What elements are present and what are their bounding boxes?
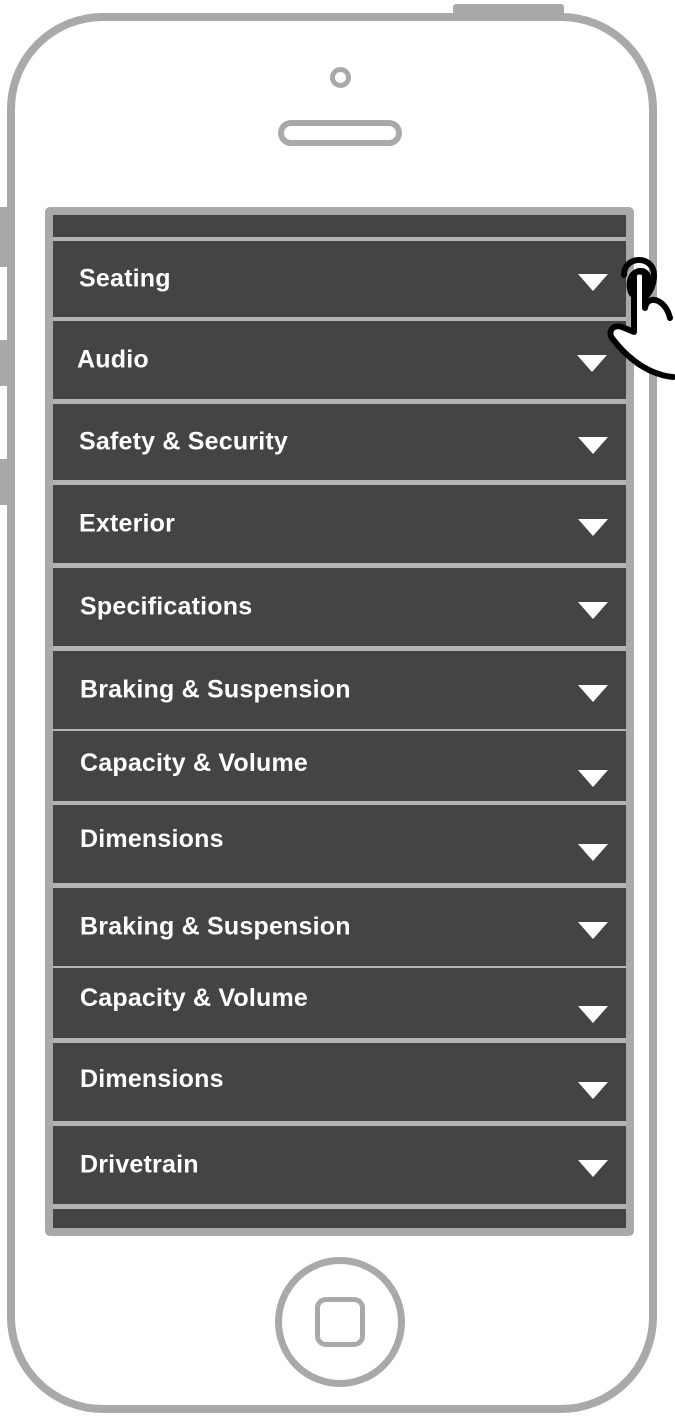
home-button[interactable] [275,1257,405,1387]
accordion-item-safety-security[interactable]: Safety & Security [53,404,626,480]
accordion-item-specifications[interactable]: Specifications [53,568,626,646]
accordion-item-label: Specifications [80,592,253,621]
chevron-down-icon [578,685,608,702]
chevron-down-icon [578,922,608,939]
accordion-item-audio[interactable]: Audio [53,321,626,399]
chevron-down-icon [578,844,608,861]
home-square-icon [315,1297,365,1347]
accordion-item-label: Seating [79,264,171,293]
chevron-down-icon [578,1160,608,1177]
accordion-item-label: Audio [77,345,149,374]
chevron-down-icon [578,602,608,619]
accordion-item-exterior[interactable]: Exterior [53,485,626,563]
chevron-down-icon [578,1006,608,1023]
hand-pointer-icon [607,257,675,380]
accordion-item-label: Braking & Suspension [80,912,351,941]
chevron-down-icon [578,1082,608,1099]
chevron-down-icon [578,770,608,787]
accordion-item-braking-suspension[interactable]: Braking & Suspension [53,651,626,729]
accordion-top-bar [53,215,626,237]
accordion-item-label: Braking & Suspension [80,675,351,704]
accordion-item-label: Exterior [79,509,176,538]
accordion-item-label: Drivetrain [80,1150,199,1179]
accordion-item-label: Dimensions [80,1065,224,1093]
phone-mockup: Seating Audio Safety & Security Exterior… [0,0,675,1426]
accordion-item-dimensions-2[interactable]: Dimensions [53,1043,626,1121]
phone-screen: Seating Audio Safety & Security Exterior… [45,207,634,1236]
accordion-item-capacity-volume-2[interactable]: Capacity & Volume [53,968,626,1038]
accordion-item-label: Dimensions [80,825,224,853]
accordion-item-seating[interactable]: Seating [53,241,626,317]
accordion-item-label: Capacity & Volume [80,749,308,777]
accordion-item-braking-suspension-2[interactable]: Braking & Suspension [53,888,626,966]
chevron-down-icon [578,519,608,536]
camera-icon [330,67,351,88]
chevron-down-icon [578,437,608,454]
accordion-list: Seating Audio Safety & Security Exterior… [53,215,626,1228]
accordion-item-label: Safety & Security [79,427,289,456]
speaker-slot [278,120,402,146]
accordion-item-label: Capacity & Volume [80,984,308,1012]
accordion-bottom-bar [53,1209,626,1228]
accordion-item-dimensions[interactable]: Dimensions [53,805,626,883]
accordion-item-drivetrain[interactable]: Drivetrain [53,1126,626,1204]
accordion-item-capacity-volume[interactable]: Capacity & Volume [53,731,626,801]
